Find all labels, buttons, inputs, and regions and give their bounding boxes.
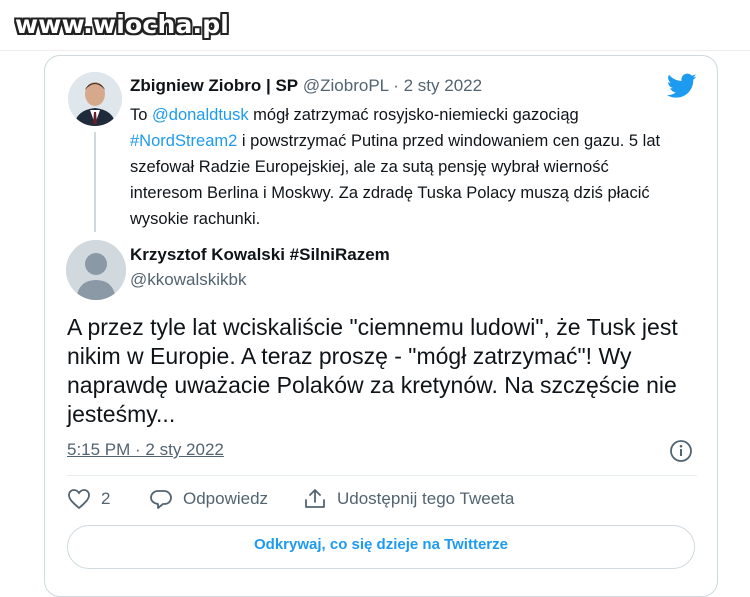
header-divider: [0, 50, 750, 51]
author-name[interactable]: Zbigniew Ziobro | SP: [130, 76, 298, 95]
reply-author-handle[interactable]: @kkowalskikbk: [130, 270, 246, 290]
explore-twitter-button[interactable]: Odkrywaj, co się dzieje na Twitterze: [67, 525, 695, 569]
text-middle: mógł zatrzymać rosyjsko-niemiecki gazoci…: [248, 106, 579, 124]
reply-button[interactable]: Odpowiedz: [149, 488, 268, 510]
thread-line: [94, 132, 96, 232]
actions-divider: [67, 475, 697, 476]
reply-label: Odpowiedz: [183, 489, 269, 508]
like-count: 2: [101, 489, 111, 508]
reply-author-name[interactable]: Krzysztof Kowalski #SilniRazem: [130, 245, 390, 265]
share-button[interactable]: Udostępnij tego Tweeta: [303, 488, 514, 510]
reply-icon: [150, 490, 172, 509]
reply-tweet-text: A przez tyle lat wciskaliście "ciemnemu …: [67, 314, 678, 427]
like-button[interactable]: 2: [67, 488, 110, 510]
heart-icon: [68, 489, 90, 510]
site-header: www.wiocha.pl: [0, 0, 750, 50]
date-separator: ·: [393, 76, 399, 95]
default-avatar[interactable]: [66, 240, 126, 300]
twitter-bird-icon[interactable]: [667, 73, 697, 99]
tweet-timestamp[interactable]: 5:15 PM · 2 sty 2022: [67, 440, 224, 460]
text-prefix: To: [130, 106, 153, 124]
share-icon: [305, 489, 325, 508]
original-tweet-text: To @donaldtusk mógł zatrzymać rosyjsko-n…: [130, 102, 670, 232]
original-tweet-header: Zbigniew Ziobro | SP @ZiobroPL · 2 sty 2…: [130, 76, 482, 96]
hashtag-link[interactable]: #NordStream2: [130, 132, 237, 150]
site-watermark: www.wiocha.pl: [15, 10, 230, 39]
info-icon[interactable]: [669, 439, 693, 463]
tweet-date[interactable]: 2 sty 2022: [404, 76, 482, 95]
avatar[interactable]: [68, 72, 122, 126]
share-label: Udostępnij tego Tweeta: [337, 489, 515, 508]
author-handle[interactable]: @ZiobroPL: [303, 76, 389, 95]
mention-link[interactable]: @donaldtusk: [152, 106, 249, 124]
